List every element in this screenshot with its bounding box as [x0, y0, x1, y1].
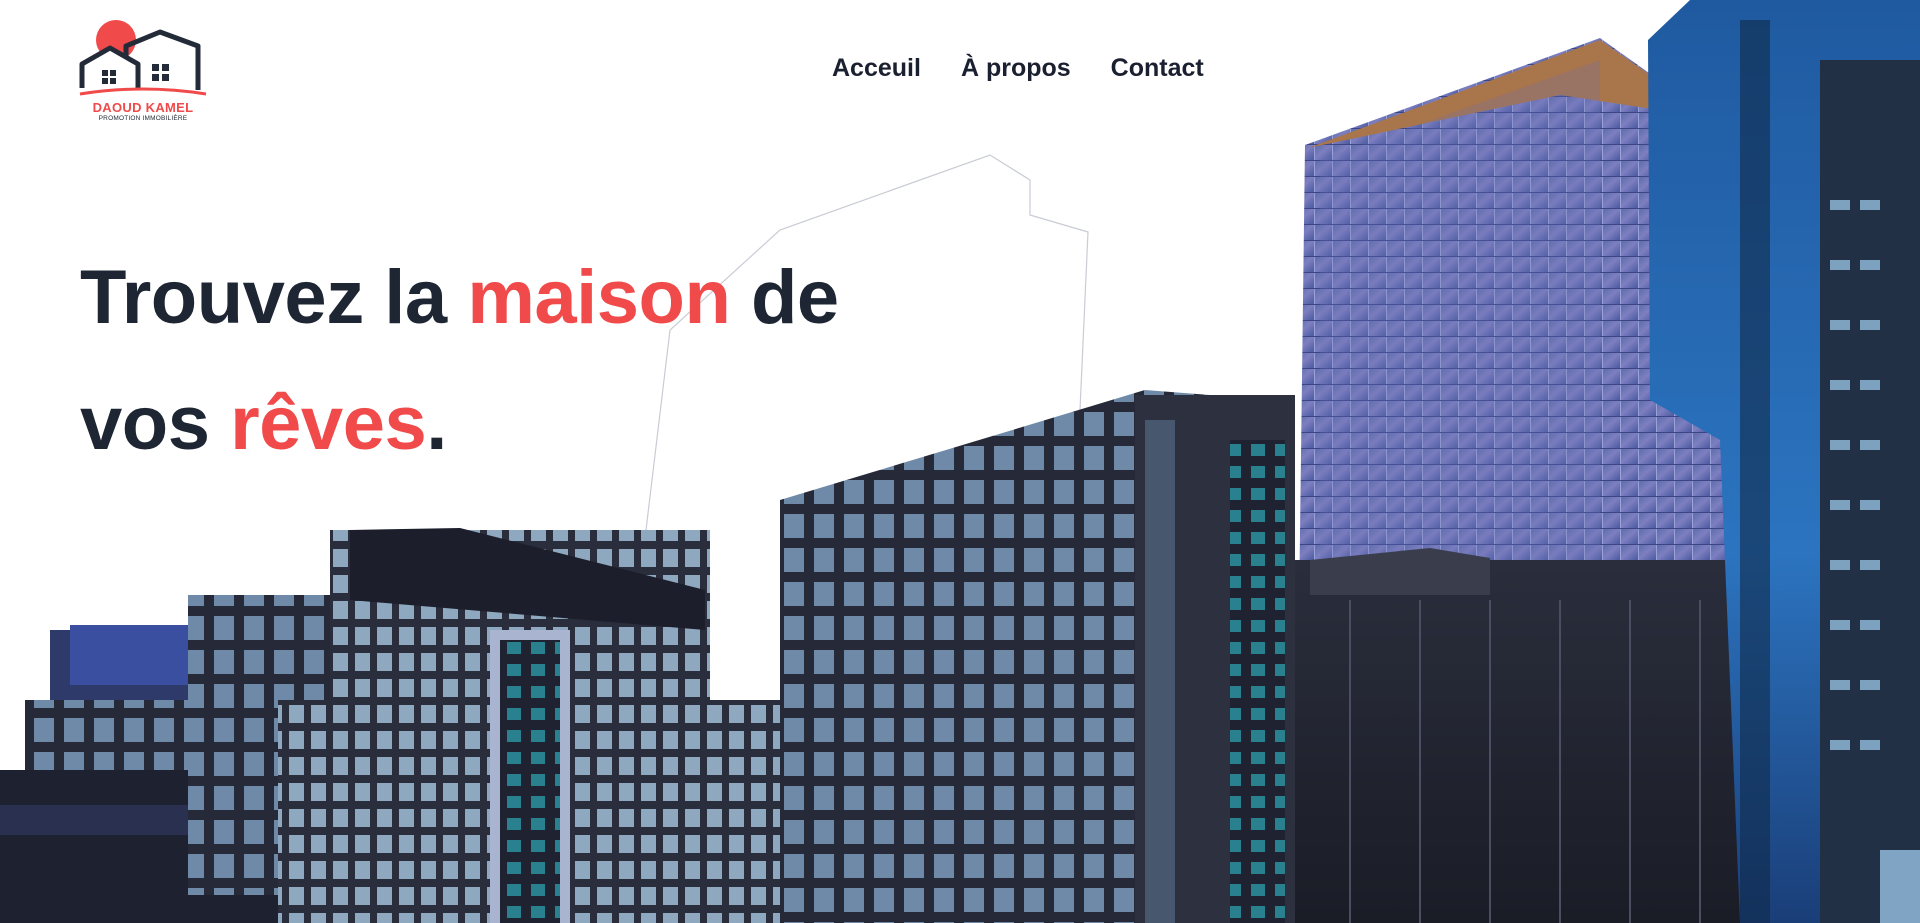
brand-logo[interactable]: DAOUD KAMEL PROMOTION IMMOBILIÈRE [78, 18, 208, 128]
headline-text-1: Trouvez la [80, 255, 468, 340]
nav-link-contact[interactable]: Contact [1111, 54, 1204, 83]
headline-accent-reves: rêves [230, 381, 427, 466]
headline-text-2: de [730, 255, 839, 340]
hero-headline: Trouvez la maison de vos rêves. [80, 235, 839, 487]
brand-name: DAOUD KAMEL [92, 100, 194, 115]
nav-link-acceuil[interactable]: Acceuil [832, 54, 921, 83]
headline-accent-maison: maison [467, 255, 731, 340]
nav-link-a-propos[interactable]: À propos [961, 54, 1071, 83]
brand-tagline: PROMOTION IMMOBILIÈRE [98, 115, 188, 122]
headline-text-3: vos [80, 381, 231, 466]
headline-text-4: . [426, 381, 447, 466]
house-logo-icon [78, 20, 208, 100]
main-nav: Acceuil À propos Contact [832, 54, 1204, 83]
